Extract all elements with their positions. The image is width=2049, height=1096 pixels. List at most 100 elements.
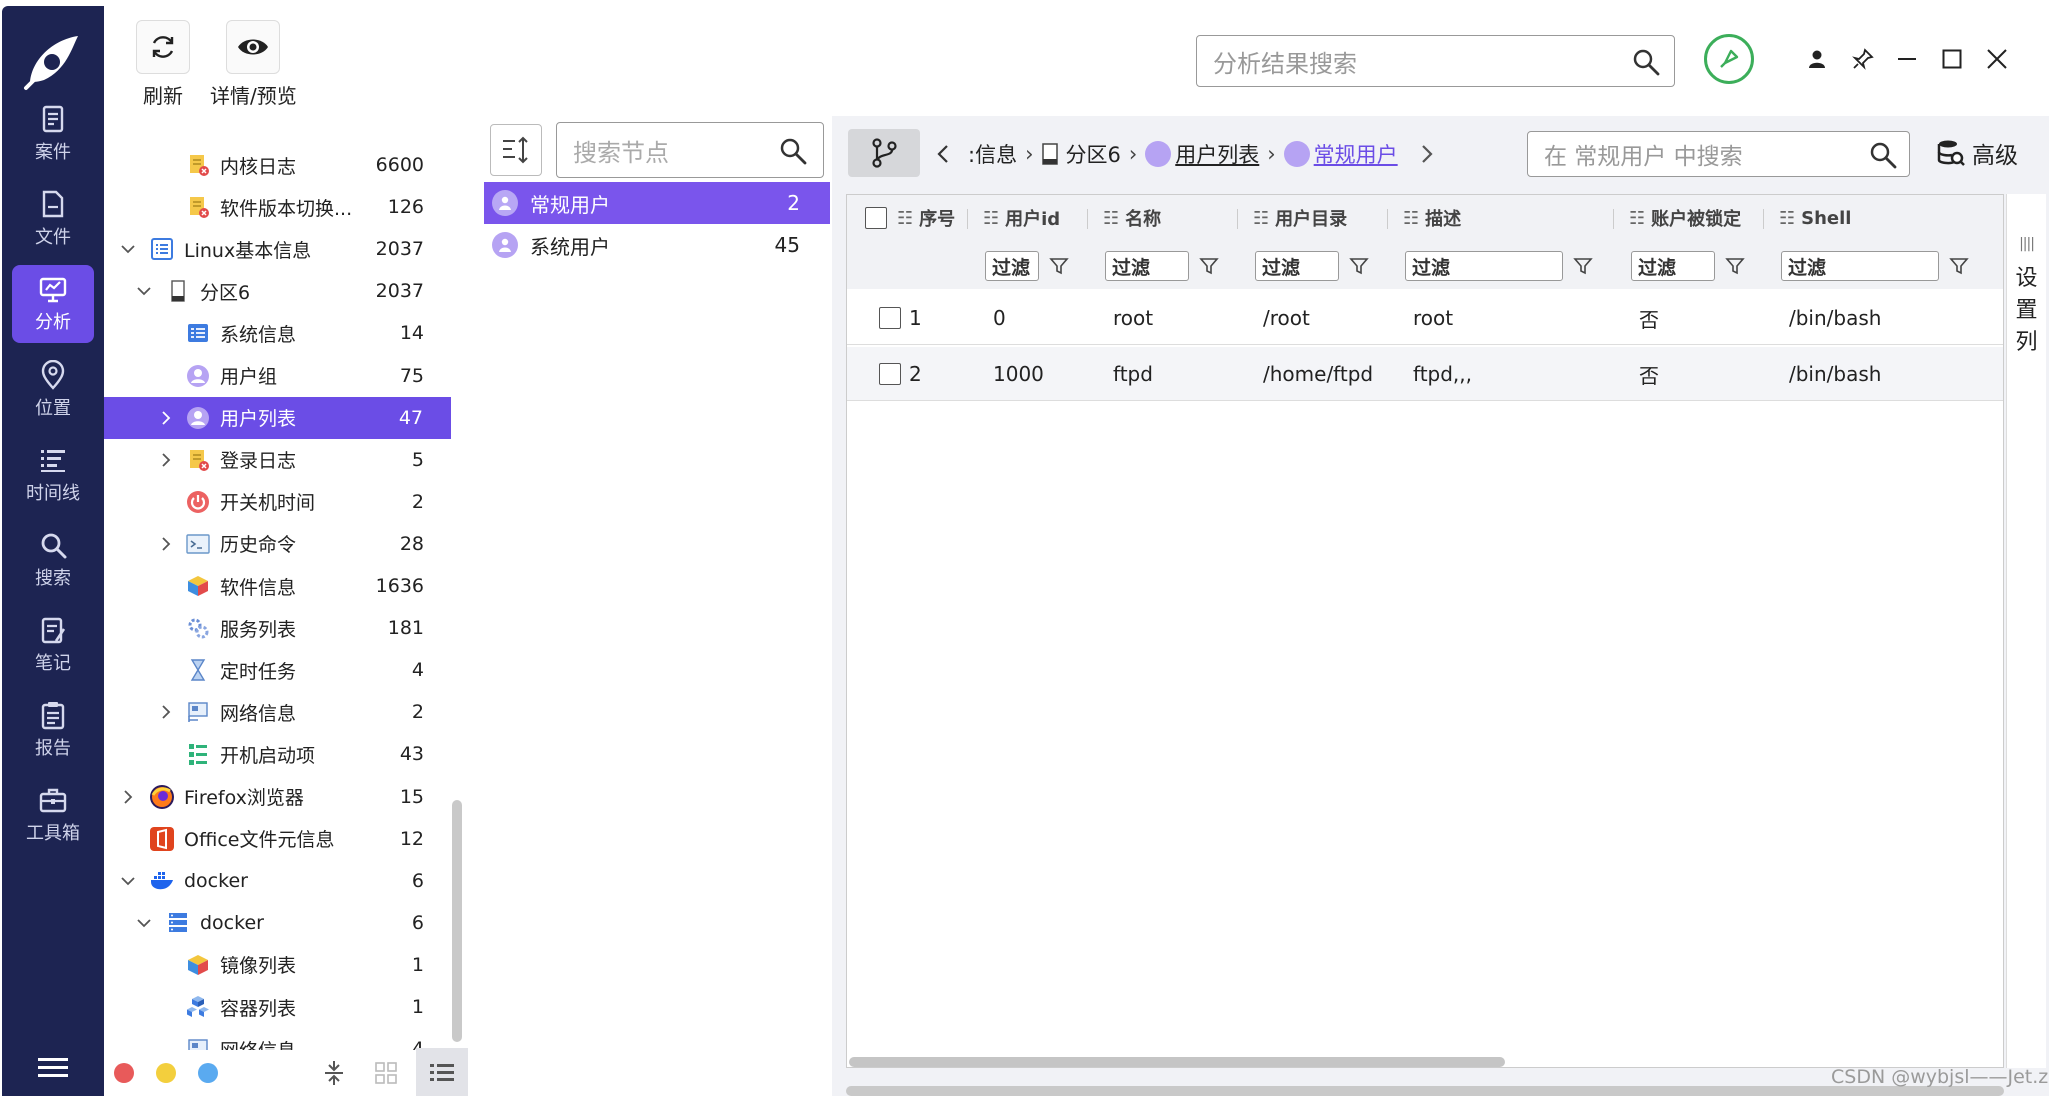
filter-funnel-icon[interactable] bbox=[1725, 256, 1745, 276]
refresh-button[interactable]: 刷新 bbox=[136, 20, 190, 109]
pin-window-button[interactable] bbox=[1850, 46, 1876, 72]
column-header[interactable]: ☷ 序号 bbox=[865, 195, 955, 241]
nav-item-location[interactable]: 位置 bbox=[12, 351, 94, 429]
chevron-down-icon[interactable] bbox=[120, 241, 136, 257]
details-preview-button[interactable]: 详情/预览 bbox=[210, 20, 297, 109]
blue-dot[interactable] bbox=[198, 1063, 218, 1083]
tree-item[interactable]: 用户组 75 bbox=[104, 355, 452, 397]
chevron-right-icon[interactable] bbox=[1420, 144, 1434, 164]
column-header[interactable]: ☷ Shell bbox=[1779, 195, 1851, 241]
nav-item-timeline[interactable]: 时间线 bbox=[12, 436, 94, 514]
column-header[interactable]: ☷ 用户id bbox=[983, 195, 1060, 241]
tree-item[interactable]: 网络信息4 bbox=[104, 1028, 452, 1050]
search-icon[interactable] bbox=[779, 137, 807, 165]
filter-funnel-icon[interactable] bbox=[1349, 256, 1369, 276]
table-search-input[interactable]: 在 常规用户 中搜索 bbox=[1527, 131, 1910, 177]
tree-item[interactable]: 镜像列表 1 bbox=[104, 944, 452, 986]
search-icon[interactable] bbox=[1632, 48, 1660, 76]
column-separator[interactable] bbox=[1237, 209, 1238, 229]
chevron-right-icon[interactable] bbox=[158, 536, 174, 552]
breadcrumb-current[interactable]: 常规用户 bbox=[1314, 139, 1398, 169]
tree-item[interactable]: 软件信息 1636 bbox=[104, 565, 452, 607]
column-menu-icon[interactable]: ☷ bbox=[1103, 208, 1119, 229]
column-menu-icon[interactable]: ☷ bbox=[1629, 208, 1645, 229]
tree-item[interactable]: 分区6 2037 bbox=[104, 270, 452, 312]
chevron-right-icon[interactable] bbox=[158, 452, 174, 468]
chevron-right-icon[interactable] bbox=[158, 410, 174, 426]
tree-scrollbar[interactable] bbox=[452, 800, 462, 1042]
column-separator[interactable] bbox=[1087, 209, 1088, 229]
maximize-button[interactable] bbox=[1939, 46, 1965, 72]
nav-item-toolbox[interactable]: 工具箱 bbox=[12, 776, 94, 854]
nav-item-report[interactable]: 报告 bbox=[12, 691, 94, 769]
select-all-checkbox[interactable] bbox=[865, 207, 887, 229]
close-button[interactable] bbox=[1984, 46, 2010, 72]
breadcrumb-item[interactable]: :信息 bbox=[968, 139, 1017, 169]
nav-item-search[interactable]: 搜索 bbox=[12, 521, 94, 599]
chevron-right-icon[interactable] bbox=[120, 789, 136, 805]
column-separator[interactable] bbox=[1763, 209, 1764, 229]
breadcrumb-item[interactable]: 分区6 bbox=[1065, 139, 1120, 169]
minimize-button[interactable] bbox=[1894, 46, 1920, 72]
tree-item[interactable]: 系统信息 14 bbox=[104, 312, 452, 354]
column-separator[interactable] bbox=[1613, 209, 1614, 229]
column-header[interactable]: ☷ 描述 bbox=[1403, 195, 1461, 241]
nav-item-case[interactable]: 案件 bbox=[12, 95, 94, 173]
tree-item[interactable]: 内核日志 6600 bbox=[104, 144, 452, 186]
tree-item[interactable]: 定时任务 4 bbox=[104, 649, 452, 691]
filter-input[interactable]: 过滤 bbox=[1105, 251, 1189, 281]
column-settings-tab[interactable]: |||| 设 置 列 bbox=[2006, 194, 2046, 1068]
node-search-input[interactable]: 搜索节点 bbox=[556, 122, 824, 178]
tree-item[interactable]: 服务列表 181 bbox=[104, 607, 452, 649]
table-row[interactable]: 1 0 root/root root 否/bin/bash bbox=[847, 291, 2003, 345]
tree-item[interactable]: Office文件元信息 12 bbox=[104, 818, 452, 860]
nav-item-notes[interactable]: 笔记 bbox=[12, 606, 94, 684]
red-dot[interactable] bbox=[114, 1063, 134, 1083]
user-account-button[interactable] bbox=[1804, 46, 1830, 72]
nav-item-file[interactable]: 文件 bbox=[12, 180, 94, 258]
chevron-left-icon[interactable] bbox=[936, 144, 950, 164]
column-menu-icon[interactable]: ☷ bbox=[1779, 208, 1795, 229]
tree-item[interactable]: 网络信息 2 bbox=[104, 691, 452, 733]
filter-input[interactable]: 过滤 bbox=[1255, 251, 1339, 281]
tree-item[interactable]: 用户列表 47 bbox=[104, 396, 451, 439]
tree-item[interactable]: Linux基本信息 2037 bbox=[104, 228, 452, 270]
chevron-right-icon[interactable] bbox=[158, 704, 174, 720]
filter-funnel-icon[interactable] bbox=[1199, 256, 1219, 276]
tree-item[interactable]: 容器列表 1 bbox=[104, 986, 452, 1028]
column-header[interactable]: ☷ 账户被锁定 bbox=[1629, 195, 1741, 241]
analysis-search-input[interactable]: 分析结果搜索 bbox=[1196, 35, 1675, 87]
row-checkbox[interactable] bbox=[879, 363, 901, 385]
column-menu-icon[interactable]: ☷ bbox=[983, 208, 999, 229]
tree-item[interactable]: 软件版本切换... 126 bbox=[104, 186, 452, 228]
tree-item[interactable]: 登录日志 5 bbox=[104, 439, 452, 481]
branch-view-button[interactable] bbox=[848, 129, 920, 177]
filter-input[interactable]: 过滤 bbox=[1405, 251, 1563, 281]
tree-item[interactable]: docker 6 bbox=[104, 860, 452, 902]
grid-view-button[interactable] bbox=[368, 1055, 404, 1091]
node-item[interactable]: 常规用户 2 bbox=[484, 182, 830, 224]
column-separator[interactable] bbox=[1387, 209, 1388, 229]
nav-item-analysis[interactable]: 分析 bbox=[12, 265, 94, 343]
column-menu-icon[interactable]: ☷ bbox=[1403, 208, 1419, 229]
tree-item[interactable]: Firefox浏览器 15 bbox=[104, 776, 452, 818]
column-menu-icon[interactable]: ☷ bbox=[897, 208, 913, 229]
chevron-down-icon[interactable] bbox=[120, 873, 136, 889]
filter-input[interactable]: 过滤 bbox=[1781, 251, 1939, 281]
yellow-dot[interactable] bbox=[156, 1063, 176, 1083]
search-icon[interactable] bbox=[1869, 141, 1897, 169]
tree-item[interactable]: 开关机时间 2 bbox=[104, 481, 452, 523]
sort-button[interactable] bbox=[490, 124, 542, 176]
node-item[interactable]: 系统用户 45 bbox=[484, 224, 830, 266]
filter-funnel-icon[interactable] bbox=[1573, 256, 1593, 276]
column-separator[interactable] bbox=[967, 209, 968, 229]
filter-input[interactable]: 过滤 bbox=[1631, 251, 1715, 281]
column-header[interactable]: ☷ 用户目录 bbox=[1253, 195, 1347, 241]
filter-funnel-icon[interactable] bbox=[1949, 256, 1969, 276]
list-view-button[interactable] bbox=[416, 1048, 468, 1096]
chevron-down-icon[interactable] bbox=[136, 283, 152, 299]
tree-item[interactable]: docker 6 bbox=[104, 902, 452, 944]
chevron-down-icon[interactable] bbox=[136, 915, 152, 931]
filter-input[interactable]: 过滤 bbox=[985, 251, 1039, 281]
table-horizontal-scrollbar[interactable] bbox=[849, 1057, 1505, 1067]
